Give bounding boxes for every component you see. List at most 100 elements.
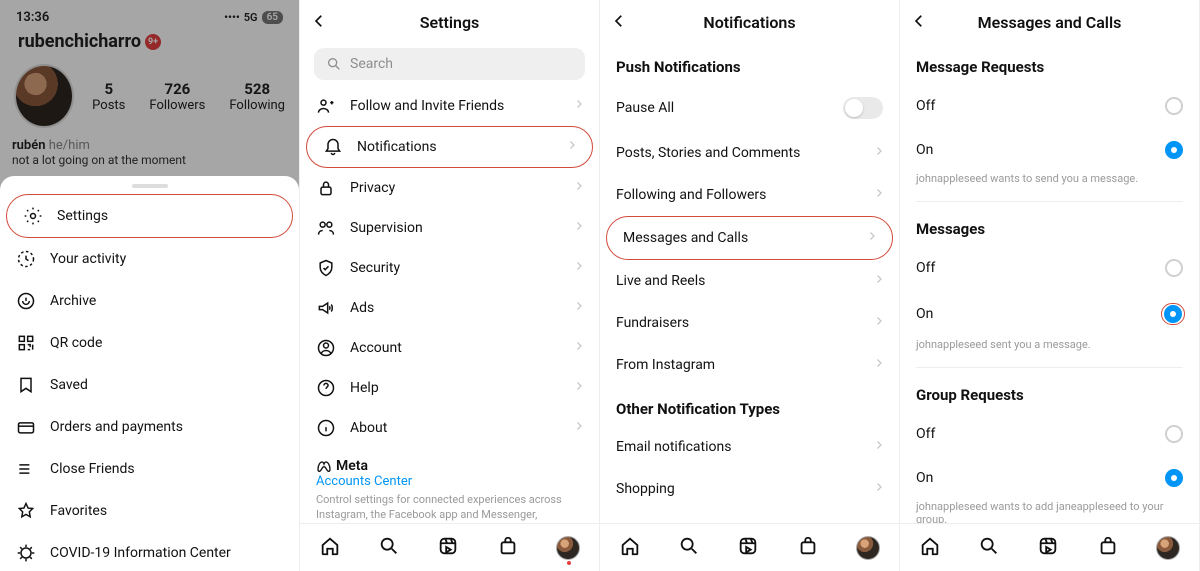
tab-reels[interactable] <box>737 535 759 561</box>
settings-item-label: Supervision <box>350 220 423 236</box>
chevron-right-icon <box>873 357 885 373</box>
notif-item-label: Posts, Stories and Comments <box>616 145 800 161</box>
tab-search[interactable] <box>678 535 700 561</box>
notif-item-label: From Instagram <box>616 357 715 373</box>
notif-item-shopping[interactable]: Shopping <box>600 468 899 510</box>
tab-profile[interactable] <box>556 536 580 560</box>
settings-item-about[interactable]: About <box>300 408 599 448</box>
tab-profile[interactable] <box>856 536 880 560</box>
chevron-right-icon <box>573 380 585 396</box>
chevron-right-icon <box>866 230 878 246</box>
radio-icon[interactable] <box>1165 141 1183 159</box>
settings-item-privacy[interactable]: Privacy <box>300 168 599 208</box>
radio-icon[interactable] <box>1165 425 1183 443</box>
sheet-item-orders[interactable]: Orders and payments <box>0 406 299 448</box>
hint-requests: johnappleseed wants to send you a messag… <box>900 172 1199 197</box>
notif-item-label: Fundraisers <box>616 315 689 331</box>
settings-item-supervision[interactable]: Supervision <box>300 208 599 248</box>
chevron-right-icon <box>873 187 885 203</box>
sheet-item-favorites[interactable]: Favorites <box>0 490 299 532</box>
search-input[interactable]: Search <box>314 48 585 80</box>
radio-requests-on[interactable]: On <box>900 128 1199 172</box>
radio-icon[interactable] <box>1164 305 1182 323</box>
tab-shop[interactable] <box>497 535 519 561</box>
search-placeholder: Search <box>350 56 393 72</box>
notif-item-following[interactable]: Following and Followers <box>600 174 899 216</box>
chevron-right-icon <box>873 273 885 289</box>
tab-home[interactable] <box>619 535 641 561</box>
radio-messages-off[interactable]: Off <box>900 246 1199 290</box>
tab-search[interactable] <box>978 535 1000 561</box>
sheet-handle[interactable] <box>132 184 168 188</box>
settings-item-account[interactable]: Account <box>300 328 599 368</box>
messages-header: Messages and Calls <box>900 0 1199 44</box>
back-button[interactable] <box>610 12 628 34</box>
tab-shop[interactable] <box>797 535 819 561</box>
sheet-item-covid[interactable]: COVID-19 Information Center <box>0 532 299 571</box>
notif-pause-all[interactable]: Pause All <box>600 84 899 132</box>
radio-label: On <box>916 470 933 486</box>
notif-item-from-ig[interactable]: From Instagram <box>600 344 899 386</box>
section-messages: Messages <box>900 206 1199 246</box>
toggle-pause-all[interactable] <box>843 97 883 119</box>
tab-bar <box>600 523 899 571</box>
radio-icon[interactable] <box>1165 469 1183 487</box>
sheet-item-saved[interactable]: Saved <box>0 364 299 406</box>
tab-home[interactable] <box>319 535 341 561</box>
push-section-head: Push Notifications <box>600 44 899 84</box>
chevron-right-icon <box>573 220 585 236</box>
notif-item-messages[interactable]: Messages and Calls <box>606 216 893 260</box>
settings-item-ads[interactable]: Ads <box>300 288 599 328</box>
settings-item-label: Follow and Invite Friends <box>350 98 504 114</box>
settings-item-follow[interactable]: Follow and Invite Friends <box>300 86 599 126</box>
settings-item-label: Security <box>350 260 400 276</box>
back-button[interactable] <box>910 12 928 34</box>
notif-item-label: Pause All <box>616 100 674 116</box>
chevron-right-icon <box>873 145 885 161</box>
tab-home[interactable] <box>919 535 941 561</box>
sheet-item-label: Saved <box>50 377 88 393</box>
hint-messages: johnappleseed sent you a message. <box>900 338 1199 363</box>
sheet-item-activity[interactable]: Your activity <box>0 238 299 280</box>
tab-reels[interactable] <box>1037 535 1059 561</box>
notif-item-label: Shopping <box>616 481 675 497</box>
settings-item-security[interactable]: Security <box>300 248 599 288</box>
chevron-right-icon <box>573 340 585 356</box>
radio-messages-on[interactable]: On <box>900 290 1199 338</box>
highlight-oval <box>1161 303 1185 325</box>
sheet-item-close-friends[interactable]: Close Friends <box>0 448 299 490</box>
settings-item-label: About <box>350 420 387 436</box>
notifications-header: Notifications <box>600 0 899 44</box>
notif-item-email[interactable]: Email notifications <box>600 426 899 468</box>
notif-item-posts[interactable]: Posts, Stories and Comments <box>600 132 899 174</box>
sheet-item-label: Settings <box>57 208 108 224</box>
radio-icon[interactable] <box>1165 97 1183 115</box>
radio-group-off[interactable]: Off <box>900 412 1199 456</box>
meta-brand: Meta <box>316 458 583 474</box>
notif-item-live[interactable]: Live and Reels <box>600 260 899 302</box>
sheet-item-archive[interactable]: Archive <box>0 280 299 322</box>
tab-profile[interactable] <box>1156 536 1180 560</box>
settings-item-help[interactable]: Help <box>300 368 599 408</box>
radio-icon[interactable] <box>1165 259 1183 277</box>
chevron-right-icon <box>573 260 585 276</box>
sheet-item-qr[interactable]: QR code <box>0 322 299 364</box>
panel-profile-sheet: 13:36 •••• 5G 65 rubenchicharro 9+ 5Post… <box>0 0 300 571</box>
notif-item-label: Following and Followers <box>616 187 766 203</box>
tab-reels[interactable] <box>437 535 459 561</box>
action-sheet: Settings Your activity Archive QR code S… <box>0 176 299 571</box>
accounts-center-link[interactable]: Accounts Center <box>316 474 583 489</box>
tab-search[interactable] <box>378 535 400 561</box>
radio-group-on[interactable]: On <box>900 456 1199 500</box>
back-button[interactable] <box>310 12 328 34</box>
sheet-item-settings[interactable]: Settings <box>6 194 293 238</box>
notif-item-fundraisers[interactable]: Fundraisers <box>600 302 899 344</box>
chevron-right-icon <box>873 481 885 497</box>
settings-item-label: Account <box>350 340 402 356</box>
settings-item-notifications[interactable]: Notifications <box>306 126 593 168</box>
settings-item-label: Help <box>350 380 379 396</box>
chevron-right-icon <box>573 98 585 114</box>
notif-item-label: Email notifications <box>616 439 731 455</box>
radio-requests-off[interactable]: Off <box>900 84 1199 128</box>
tab-shop[interactable] <box>1097 535 1119 561</box>
